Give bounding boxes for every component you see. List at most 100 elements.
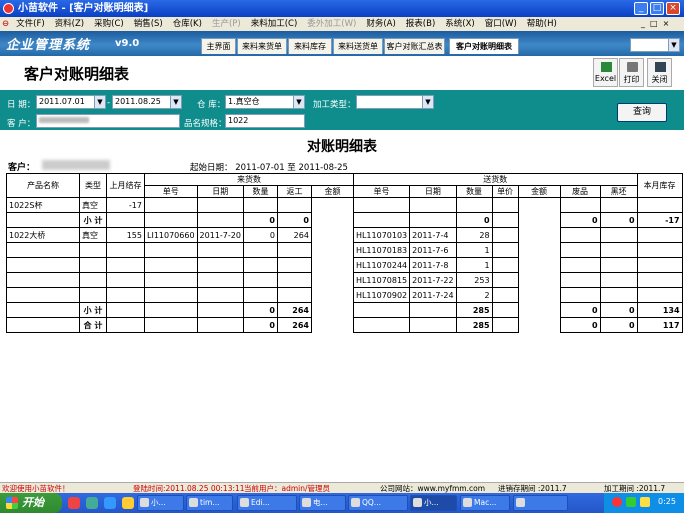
- table-cell: [559, 272, 601, 288]
- excel-button[interactable]: Excel: [593, 58, 618, 87]
- table-cell: 小 计: [79, 302, 107, 318]
- table-cell: [310, 302, 354, 318]
- app-icon: [302, 498, 311, 507]
- menu-item[interactable]: 资料(Z): [50, 17, 89, 31]
- table-cell: HL11070183: [352, 242, 411, 258]
- table-cell: [352, 197, 411, 213]
- date-from-picker[interactable]: 2011.07.01 ▼: [36, 95, 106, 109]
- table-cell: [636, 197, 683, 213]
- table-cell: [636, 257, 683, 273]
- date-to-picker[interactable]: 2011.08.25 ▼: [112, 95, 182, 109]
- close-page-button[interactable]: 关闭: [647, 58, 672, 87]
- group-delivery: 送货数: [352, 173, 638, 186]
- menu-item[interactable]: 委外加工(W): [302, 17, 361, 31]
- table-cell: [196, 257, 244, 273]
- nav-tab[interactable]: 客户对账明细表: [449, 38, 519, 54]
- menu-item[interactable]: 采购(C): [89, 17, 129, 31]
- table-cell: 253: [455, 272, 493, 288]
- process-type-select[interactable]: ▼: [356, 95, 434, 109]
- excel-icon: [601, 62, 612, 72]
- query-button[interactable]: 查询: [617, 103, 667, 122]
- warehouse-select[interactable]: 1.真空仓 ▼: [225, 95, 305, 109]
- table-cell: 合 计: [79, 317, 107, 333]
- browser-icon[interactable]: [104, 497, 116, 509]
- window-title: 小苗软件 - [客户对账明细表]: [18, 3, 149, 14]
- menu-item[interactable]: 帮助(H): [522, 17, 562, 31]
- table-cell: [242, 257, 278, 273]
- folder-icon[interactable]: [122, 497, 134, 509]
- table-cell: 1022S杯: [6, 197, 80, 213]
- minimize-button[interactable]: _: [634, 2, 648, 15]
- taskbar-button[interactable]: QQ...: [348, 495, 408, 511]
- close-button[interactable]: ×: [666, 2, 680, 15]
- maximize-button[interactable]: □: [650, 2, 664, 15]
- menu-item[interactable]: 仓库(K): [168, 17, 207, 31]
- taskbar-button[interactable]: 电...: [299, 495, 346, 511]
- taskbar-button[interactable]: Edi...: [237, 495, 297, 511]
- table-cell: [106, 242, 145, 258]
- quicklaunch-icon[interactable]: [86, 497, 98, 509]
- col-month-stock: 本月库存: [636, 173, 683, 198]
- menu-item[interactable]: 财务(A): [361, 17, 400, 31]
- table-cell: [106, 212, 145, 228]
- menu-item[interactable]: 生产(P): [207, 17, 246, 31]
- mdi-minimize-button[interactable]: _: [641, 19, 650, 28]
- app-icon: [351, 498, 360, 507]
- table-cell: [106, 257, 145, 273]
- table-cell: 0: [559, 317, 601, 333]
- mdi-restore-button[interactable]: □: [650, 19, 663, 28]
- network-icon[interactable]: [626, 497, 636, 507]
- table-cell: [276, 197, 312, 213]
- table-cell: [409, 212, 457, 228]
- taskbar-button[interactable]: 小...: [137, 495, 184, 511]
- table-cell: [310, 257, 354, 273]
- quicklaunch-icon[interactable]: [68, 497, 80, 509]
- nav-tab[interactable]: 主界面: [201, 38, 236, 54]
- taskbar-button[interactable]: [513, 495, 568, 511]
- table-cell: [106, 302, 145, 318]
- table-cell: [517, 317, 561, 333]
- table-cell: [196, 317, 244, 333]
- table-cell: 2011-7-24: [409, 287, 457, 303]
- menu-item[interactable]: 窗口(W): [480, 17, 522, 31]
- menu-item[interactable]: 报表(B): [401, 17, 440, 31]
- taskbar-button[interactable]: Mac...: [460, 495, 510, 511]
- table-cell: [6, 272, 80, 288]
- table-cell: [310, 197, 354, 213]
- table-cell: [106, 272, 145, 288]
- print-button[interactable]: 打印: [619, 58, 644, 87]
- taskbar-button[interactable]: 小...: [410, 495, 457, 511]
- mdi-close-button[interactable]: ×: [663, 19, 675, 28]
- table-cell: [559, 197, 601, 213]
- mdi-controls[interactable]: _□×: [641, 19, 674, 28]
- table-cell: [517, 197, 561, 213]
- col-in-qty: 数量: [242, 185, 278, 198]
- nav-tab[interactable]: 客户对账汇总表: [384, 38, 445, 54]
- antivirus-icon[interactable]: [612, 497, 622, 507]
- page-title: 客户对账明细表: [24, 65, 130, 83]
- nav-tab[interactable]: 来料送货单: [333, 38, 383, 54]
- table-cell: [559, 257, 601, 273]
- client-field[interactable]: [36, 114, 180, 128]
- menu-item[interactable]: 系统(X): [440, 17, 479, 31]
- volume-icon[interactable]: [640, 497, 650, 507]
- menu-item[interactable]: 文件(F): [11, 17, 50, 31]
- warehouse-label: 仓 库：: [197, 100, 226, 110]
- menu-item[interactable]: 销售(S): [129, 17, 168, 31]
- menu-item[interactable]: 来料加工(C): [246, 17, 303, 31]
- table-cell: 0: [276, 212, 312, 228]
- window-combo[interactable]: ▼: [630, 38, 680, 52]
- table-cell: 小 计: [79, 212, 107, 228]
- app-icon: [140, 498, 149, 507]
- window-title-bar[interactable]: 小苗软件 - [客户对账明细表]: [0, 0, 684, 17]
- nav-tab[interactable]: 来料来货单: [237, 38, 287, 54]
- taskbar-button[interactable]: tim...: [186, 495, 233, 511]
- product-field[interactable]: 1022: [225, 114, 305, 128]
- nav-tab[interactable]: 来料库存: [288, 38, 332, 54]
- table-cell: [409, 197, 457, 213]
- table-cell: [491, 212, 519, 228]
- table-cell: [276, 242, 312, 258]
- table-cell: [276, 287, 312, 303]
- date-label: 日 期：: [7, 100, 36, 110]
- table-cell: [144, 257, 198, 273]
